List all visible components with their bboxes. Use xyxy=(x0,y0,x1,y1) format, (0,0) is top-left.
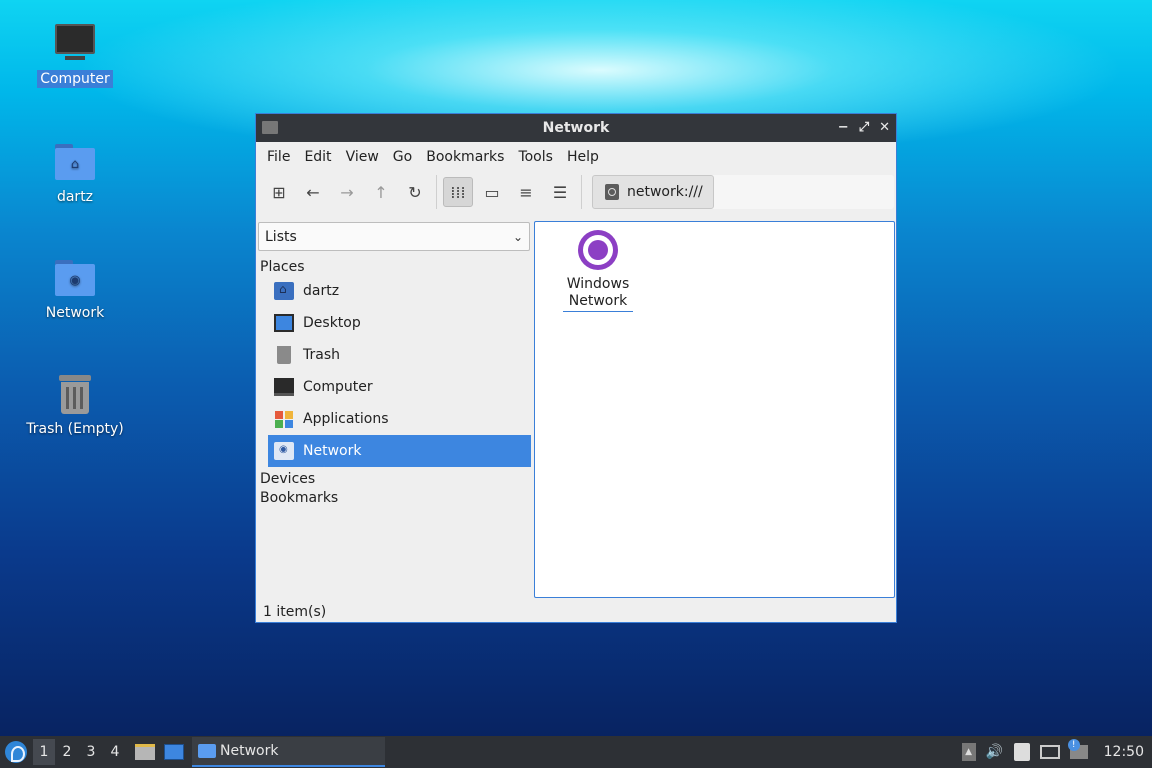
trash-icon xyxy=(277,346,291,364)
place-label: Network xyxy=(303,443,362,459)
window-title: Network xyxy=(542,120,610,136)
volume-icon[interactable]: 🔊 xyxy=(986,743,1004,761)
task-label: Network xyxy=(220,743,279,759)
desktop-icon-network[interactable]: ◉ Network xyxy=(20,256,130,322)
reload-icon[interactable]: ↻ xyxy=(400,177,430,207)
chevron-down-icon: ⌄ xyxy=(512,229,523,244)
folder-icon xyxy=(198,744,216,758)
close-button[interactable]: ✕ xyxy=(879,114,890,142)
up-arrow-icon[interactable]: ↑ xyxy=(366,177,396,207)
home-folder-icon xyxy=(274,282,294,300)
side-pane-mode-select[interactable]: Lists ⌄ xyxy=(258,222,530,251)
file-item-windows-network[interactable]: Windows Network xyxy=(563,230,633,312)
menu-file[interactable]: File xyxy=(260,149,297,165)
menu-help[interactable]: Help xyxy=(560,149,606,165)
window-folder-icon xyxy=(262,121,278,134)
bookmarks-header[interactable]: Bookmarks xyxy=(258,490,532,514)
menu-tools[interactable]: Tools xyxy=(511,149,560,165)
desktop-icon-label: dartz xyxy=(56,189,94,205)
menubar: File Edit View Go Bookmarks Tools Help xyxy=(256,142,896,172)
toolbar-separator xyxy=(436,175,437,209)
desktop-icon-label: Computer xyxy=(37,70,113,88)
taskbar: 1 2 3 4 Network ▲ 🔊 12:50 xyxy=(0,736,1152,768)
location-text: network:/// xyxy=(627,184,703,200)
network-monitor-icon[interactable] xyxy=(1039,745,1060,759)
titlebar[interactable]: Network − ⤢ ✕ xyxy=(256,114,896,142)
desktop-icon xyxy=(274,314,294,332)
icon-view-icon[interactable]: ⁞⁞⁞ xyxy=(443,177,473,207)
clock[interactable]: 12:50 xyxy=(1098,744,1144,760)
menu-go[interactable]: Go xyxy=(386,149,419,165)
menu-view[interactable]: View xyxy=(339,149,386,165)
thumbnail-view-icon[interactable]: ▭ xyxy=(477,177,507,207)
place-label: Trash xyxy=(303,347,340,363)
file-manager-window: Network − ⤢ ✕ File Edit View Go Bookmark… xyxy=(255,113,897,623)
detail-view-icon[interactable]: ☰ xyxy=(545,177,575,207)
devices-header[interactable]: Devices xyxy=(258,467,532,490)
trash-icon xyxy=(51,372,99,416)
home-folder-icon: ⌂ xyxy=(51,140,99,184)
side-pane: Lists ⌄ Places dartz Desktop Trash Compu… xyxy=(258,221,532,600)
workspace-1[interactable]: 1 xyxy=(33,739,55,765)
workspace-2[interactable]: 2 xyxy=(55,739,79,765)
place-network[interactable]: Network xyxy=(268,435,531,467)
side-pane-mode-label: Lists xyxy=(265,228,297,245)
location-bar[interactable]: network:/// xyxy=(592,175,894,209)
place-label: dartz xyxy=(303,283,340,299)
back-arrow-icon[interactable]: ← xyxy=(298,177,328,207)
desktop-icon-home[interactable]: ⌂ dartz xyxy=(20,140,130,206)
update-notifier-icon[interactable] xyxy=(1067,739,1088,759)
toolbar: ⊞ ← → ↑ ↻ ⁞⁞⁞ ▭ ≡ ☰ network:/// xyxy=(256,172,896,212)
desktop-icon-trash[interactable]: Trash (Empty) xyxy=(20,372,130,438)
workspace-3[interactable]: 3 xyxy=(79,739,103,765)
globe-icon xyxy=(578,230,618,270)
place-label: Desktop xyxy=(303,315,361,331)
content-area: Lists ⌄ Places dartz Desktop Trash Compu… xyxy=(256,221,896,622)
file-manager-launcher-icon[interactable] xyxy=(135,744,155,760)
drive-icon xyxy=(605,184,619,200)
place-desktop[interactable]: Desktop xyxy=(268,307,531,339)
applications-icon xyxy=(274,410,294,428)
file-view[interactable]: Windows Network xyxy=(534,221,895,598)
place-applications[interactable]: Applications xyxy=(268,403,531,435)
show-desktop-icon[interactable] xyxy=(164,744,184,760)
place-computer[interactable]: Computer xyxy=(268,371,531,403)
network-folder-icon: ◉ xyxy=(51,256,99,300)
desktop-icon-label: Network xyxy=(45,305,105,321)
workspace-4[interactable]: 4 xyxy=(103,739,127,765)
places-header[interactable]: Places xyxy=(258,251,532,275)
location-path-button[interactable]: network:/// xyxy=(592,175,714,209)
clipboard-icon[interactable] xyxy=(1013,743,1030,761)
tray-expand-icon[interactable]: ▲ xyxy=(961,743,976,761)
desktop-icon-label: Trash (Empty) xyxy=(26,421,124,437)
new-tab-icon[interactable]: ⊞ xyxy=(264,177,294,207)
maximize-button[interactable]: ⤢ xyxy=(859,114,869,142)
compact-view-icon[interactable]: ≡ xyxy=(511,177,541,207)
system-tray: ▲ 🔊 12:50 xyxy=(961,739,1152,761)
file-item-label-line: Network xyxy=(568,293,628,309)
place-label: Applications xyxy=(303,411,389,427)
file-item-label: Windows Network xyxy=(563,276,633,312)
menu-edit[interactable]: Edit xyxy=(297,149,338,165)
network-icon xyxy=(274,442,294,460)
place-home[interactable]: dartz xyxy=(268,275,531,307)
minimize-button[interactable]: − xyxy=(838,114,849,142)
start-menu-icon[interactable] xyxy=(5,741,27,763)
taskbar-window-button[interactable]: Network xyxy=(192,737,385,767)
computer-icon xyxy=(51,22,99,66)
file-item-label-line: Windows xyxy=(566,276,630,292)
place-trash[interactable]: Trash xyxy=(268,339,531,371)
desktop-icon-computer[interactable]: Computer xyxy=(20,22,130,88)
place-label: Computer xyxy=(303,379,373,395)
computer-icon xyxy=(274,378,294,396)
menu-bookmarks[interactable]: Bookmarks xyxy=(419,149,511,165)
toolbar-separator xyxy=(581,175,582,209)
status-text: 1 item(s) xyxy=(263,604,327,620)
forward-arrow-icon[interactable]: → xyxy=(332,177,362,207)
